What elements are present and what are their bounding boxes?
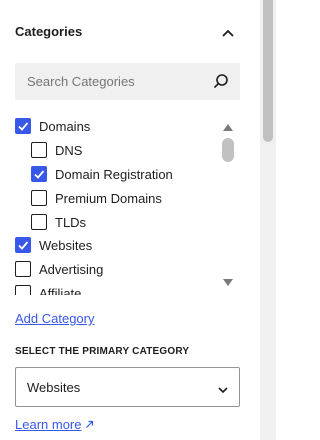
search-box [15,63,240,100]
panel-title: Categories [15,24,83,39]
page-scrollbar-thumb[interactable] [263,0,273,142]
category-label: Affiliate [39,285,82,296]
category-item-advertising[interactable]: Advertising [15,259,103,279]
category-item-domains[interactable]: Domains [15,116,90,136]
panel-header[interactable]: Categories [15,22,239,44]
checkbox-checked[interactable] [15,118,31,134]
checkbox-checked[interactable] [31,166,47,182]
checkmark-icon [18,122,29,131]
checkbox-checked[interactable] [15,237,31,253]
category-label: TLDs [55,214,87,230]
category-list: Domains DNS Domain Registration Premium … [15,115,240,295]
category-label: Advertising [39,261,104,277]
categories-panel: Categories Domains DNS Dom [0,0,260,440]
checkbox-unchecked[interactable] [31,214,47,230]
checkbox-unchecked[interactable] [31,190,47,206]
category-label: Websites [39,237,93,253]
category-label: Domains [39,118,91,134]
checkmark-icon [18,241,29,250]
list-scrollbar-thumb[interactable] [222,138,234,162]
category-label: Domain Registration [55,166,173,182]
category-item-tlds[interactable]: TLDs [31,212,86,232]
learn-more-link[interactable]: Learn more [15,417,94,432]
category-item-affiliate[interactable]: Affiliate [15,283,81,295]
chevron-up-icon[interactable] [217,22,239,44]
scroll-up-arrow-icon[interactable] [221,119,235,131]
search-input[interactable] [15,63,217,100]
checkbox-unchecked[interactable] [15,285,31,295]
checkbox-unchecked[interactable] [31,142,47,158]
search-icon[interactable] [212,72,230,90]
category-item-dns[interactable]: DNS [31,140,82,160]
category-label: Premium Domains [55,190,162,206]
primary-category-value: Websites [27,380,81,395]
primary-category-select[interactable]: Websites [15,367,240,407]
add-category-link[interactable]: Add Category [15,311,95,326]
scroll-down-arrow-icon[interactable] [221,275,235,286]
chevron-down-icon [217,382,229,394]
category-item-domain-registration[interactable]: Domain Registration [31,164,173,184]
category-item-premium-domains[interactable]: Premium Domains [31,188,162,208]
checkmark-icon [34,170,45,179]
primary-category-label: SELECT THE PRIMARY CATEGORY [15,346,190,357]
category-label: DNS [55,142,83,158]
external-link-icon [86,420,94,428]
learn-more-text: Learn more [15,417,82,432]
category-item-websites[interactable]: Websites [15,235,92,255]
checkbox-unchecked[interactable] [15,261,31,277]
